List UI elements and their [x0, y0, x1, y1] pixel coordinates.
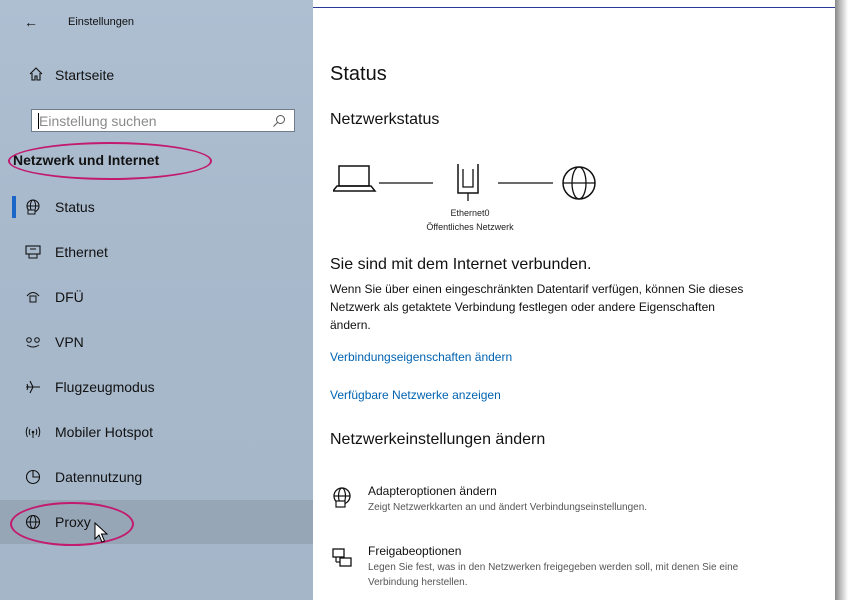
hotspot-icon	[25, 426, 41, 438]
sidebar-item-data-usage[interactable]: Datennutzung	[0, 455, 313, 499]
globe-status-icon	[26, 199, 40, 215]
sidebar-item-label: VPN	[55, 334, 84, 350]
search-placeholder: Einstellung suchen	[39, 113, 157, 129]
connection-status: Sie sind mit dem Internet verbunden.	[330, 256, 592, 273]
section-title: Netzwerk und Internet	[13, 152, 160, 168]
sharing-options-item[interactable]: Freigabeoptionen Legen Sie fest, was in …	[330, 544, 760, 592]
sidebar-item-label: Proxy	[55, 514, 91, 530]
option-title: Adapteroptionen ändern	[368, 484, 497, 498]
home-nav-item[interactable]: Startseite	[0, 58, 313, 94]
sidebar: ← Einstellungen Startseite Einstellung s…	[0, 0, 313, 600]
sidebar-item-status[interactable]: Status	[0, 185, 313, 229]
main-content: Status Netzwerkstatus Ethernet0 Öffentli…	[313, 0, 835, 600]
sidebar-item-proxy[interactable]: Proxy	[0, 500, 313, 544]
network-status-heading: Netzwerkstatus	[330, 111, 440, 128]
sidebar-item-hotspot[interactable]: Mobiler Hotspot	[0, 410, 313, 454]
dialup-icon	[26, 291, 40, 303]
sidebar-item-label: Status	[55, 199, 95, 215]
mouse-pointer-icon	[94, 522, 109, 543]
network-diagram	[333, 164, 596, 201]
globe-icon	[25, 514, 41, 530]
computer-icon	[333, 165, 377, 192]
option-title: Freigabeoptionen	[368, 544, 462, 558]
ethernet-icon	[25, 245, 41, 259]
vpn-icon	[26, 337, 40, 348]
internet-globe-icon	[562, 166, 596, 200]
sidebar-item-label: DFÜ	[55, 289, 84, 305]
page-title: Status	[330, 63, 387, 85]
home-label: Startseite	[55, 67, 115, 83]
search-input[interactable]: Einstellung suchen	[31, 109, 295, 132]
change-settings-heading: Netzwerkeinstellungen ändern	[330, 431, 546, 448]
connection-description: Wenn Sie über einen eingeschränkten Date…	[330, 282, 744, 332]
home-icon	[29, 67, 43, 81]
sharing-icon	[332, 548, 352, 567]
sidebar-item-airplane[interactable]: Flugzeugmodus	[0, 365, 313, 409]
option-subtitle: Zeigt Netzwerkkarten an und ändert Verbi…	[368, 502, 648, 513]
adapter-icon	[333, 487, 351, 508]
back-arrow-icon[interactable]: ←	[24, 14, 38, 30]
search-icon[interactable]	[272, 114, 286, 128]
sidebar-item-vpn[interactable]: VPN	[0, 320, 313, 364]
window-title: Einstellungen	[68, 16, 135, 28]
sidebar-item-ethernet[interactable]: Ethernet	[0, 230, 313, 274]
show-available-networks-link[interactable]: Verfügbare Netzwerke anzeigen	[330, 388, 501, 402]
sidebar-item-label: Ethernet	[55, 244, 108, 260]
sidebar-item-label: Mobiler Hotspot	[55, 424, 154, 440]
top-border	[313, 7, 835, 8]
option-subtitle: Legen Sie fest, was in den Netzwerken fr…	[368, 562, 739, 588]
adapter-options-item[interactable]: Adapteroptionen ändern Zeigt Netzwerkkar…	[330, 484, 760, 520]
data-usage-icon	[25, 469, 41, 485]
ethernet-adapter-icon	[457, 164, 479, 201]
sidebar-item-dfu[interactable]: DFÜ	[0, 275, 313, 319]
sidebar-item-label: Flugzeugmodus	[55, 379, 155, 395]
adapter-name: Ethernet0	[450, 208, 490, 218]
change-connection-properties-link[interactable]: Verbindungseigenschaften ändern	[330, 350, 512, 364]
window-shadow	[835, 0, 848, 600]
active-indicator	[12, 196, 16, 218]
airplane-icon	[26, 380, 40, 394]
network-type: Öffentliches Netzwerk	[426, 222, 514, 232]
sidebar-item-label: Datennutzung	[55, 469, 143, 485]
title-bar: ← Einstellungen	[0, 0, 313, 46]
